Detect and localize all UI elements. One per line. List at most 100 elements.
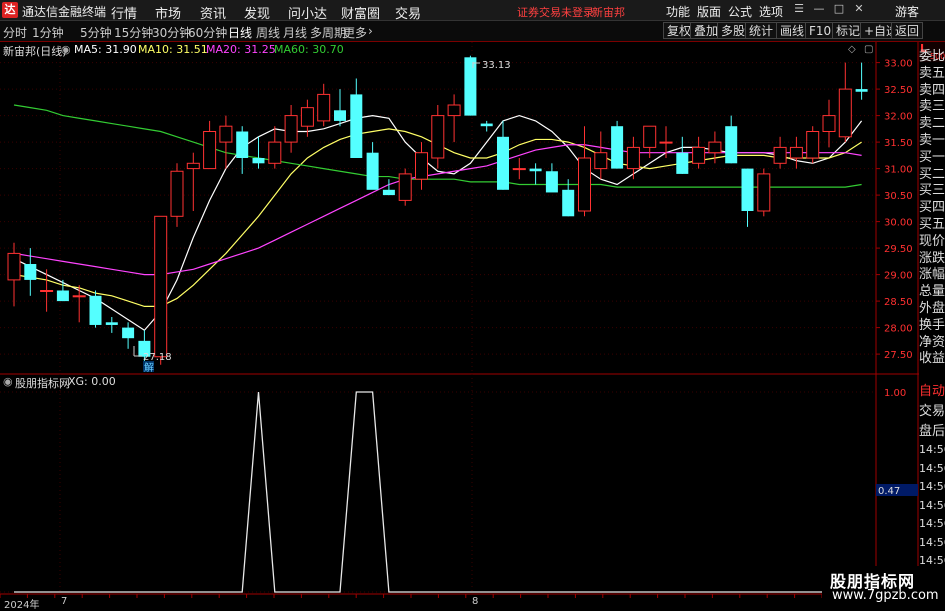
menu-market[interactable]: 市场: [155, 3, 181, 22]
period-daily[interactable]: 日线: [228, 24, 252, 41]
candle-body[interactable]: [186, 162, 200, 170]
candle-body[interactable]: [676, 152, 689, 174]
candle-body[interactable]: [464, 57, 477, 116]
menu-discover[interactable]: 发现: [244, 3, 270, 22]
candle-body[interactable]: [415, 152, 428, 180]
panel-trade[interactable]: 交易: [919, 402, 945, 423]
candle-body[interactable]: [789, 146, 803, 159]
candle-body[interactable]: [741, 168, 754, 211]
candle-body[interactable]: [757, 173, 771, 212]
candle-body[interactable]: [203, 131, 217, 170]
panel-after-hours[interactable]: 盘后: [919, 422, 945, 443]
candle-body[interactable]: [611, 126, 624, 169]
candle-body[interactable]: [773, 146, 787, 164]
period-weekly[interactable]: 周线: [256, 24, 280, 41]
period-5min[interactable]: 5分钟: [80, 24, 112, 41]
menu-icon[interactable]: ☰: [792, 2, 806, 16]
candle-body[interactable]: [578, 157, 591, 212]
xg-indicator-line[interactable]: [14, 391, 876, 593]
legend-settings-icon[interactable]: ◉: [61, 43, 71, 56]
menu-ask[interactable]: 问小达: [288, 3, 327, 22]
candle-body[interactable]: [105, 322, 118, 325]
candle-body[interactable]: [855, 89, 868, 92]
candle-body[interactable]: [268, 141, 282, 164]
indicator-title[interactable]: 股朋指标网: [15, 375, 70, 391]
menu-layout[interactable]: 版面: [697, 3, 721, 20]
close-icon[interactable]: ✕: [852, 2, 866, 16]
indicator-settings-icon[interactable]: ◉: [3, 375, 13, 388]
f10-button[interactable]: F10: [805, 22, 836, 39]
menu-options[interactable]: 选项: [759, 3, 783, 20]
candle-body[interactable]: [725, 126, 738, 164]
menu-formula[interactable]: 公式: [728, 3, 752, 20]
kline-chart[interactable]: 1.000.00 33.0032.5032.0031.5031.0030.503…: [0, 42, 945, 609]
menu-quotes[interactable]: 行情: [111, 3, 137, 22]
back-button[interactable]: 返回: [891, 22, 924, 39]
period-30min[interactable]: 30分钟: [152, 24, 191, 41]
statistics-button[interactable]: 统计: [745, 22, 778, 39]
candle-body[interactable]: [594, 152, 608, 170]
candle-body[interactable]: [626, 146, 640, 170]
candle-body[interactable]: [334, 110, 346, 121]
stock-title[interactable]: 新宙邦(日线): [3, 43, 67, 59]
menu-function[interactable]: 功能: [666, 3, 690, 20]
candle-body[interactable]: [382, 189, 395, 196]
diamond-icon[interactable]: ◇: [848, 44, 856, 55]
period-intraday[interactable]: 分时: [3, 24, 27, 41]
minimize-icon[interactable]: —: [812, 2, 826, 16]
candle-body[interactable]: [7, 252, 21, 281]
candle-body[interactable]: [72, 295, 86, 298]
candle-body[interactable]: [529, 168, 542, 172]
candle-body[interactable]: [512, 168, 526, 171]
candle-body[interactable]: [24, 264, 37, 280]
candle-body[interactable]: [838, 88, 852, 138]
candle-body[interactable]: [252, 158, 265, 164]
candle-body[interactable]: [480, 123, 493, 127]
candle-body[interactable]: [806, 131, 820, 159]
collapse-icon[interactable]: ▢: [864, 44, 873, 55]
candle-body[interactable]: [447, 104, 461, 117]
candle-body[interactable]: [692, 146, 706, 164]
menu-news[interactable]: 资讯: [200, 3, 226, 22]
candle-body[interactable]: [350, 94, 363, 158]
candle-body[interactable]: [822, 115, 836, 132]
candle-body[interactable]: [154, 215, 168, 358]
period-multi[interactable]: 多周期: [310, 24, 346, 41]
candle-body[interactable]: [89, 295, 102, 325]
draw-line-button[interactable]: 画线: [776, 22, 809, 39]
period-more[interactable]: 更多: [343, 24, 367, 41]
candle-body[interactable]: [366, 152, 379, 190]
period-monthly[interactable]: 月线: [283, 24, 307, 41]
candle-body[interactable]: [317, 93, 331, 122]
candle-body[interactable]: [497, 136, 509, 190]
panel-item[interactable]: 收益: [919, 349, 945, 370]
candle-body[interactable]: [300, 107, 314, 127]
candle-body[interactable]: [236, 131, 249, 159]
menu-trade[interactable]: 交易: [395, 3, 421, 22]
candle-body[interactable]: [545, 171, 558, 193]
legend-ma5: MA5: 31.90: [74, 43, 137, 56]
candle-body[interactable]: [219, 125, 233, 143]
jie-badge-label[interactable]: 解: [144, 361, 154, 374]
candle-body[interactable]: [708, 141, 722, 154]
candle-body[interactable]: [431, 115, 445, 159]
guest-user[interactable]: 游客: [895, 3, 919, 20]
candle-body[interactable]: [659, 141, 673, 144]
login-warning[interactable]: 证券交易未登录: [517, 4, 594, 20]
candle-body[interactable]: [284, 115, 298, 143]
candle-body[interactable]: [398, 173, 412, 201]
menu-wealth[interactable]: 财富圈: [341, 3, 380, 22]
candle-body[interactable]: [170, 170, 184, 217]
maximize-icon[interactable]: □: [832, 2, 846, 16]
candle-body[interactable]: [40, 290, 54, 292]
candle-body[interactable]: [56, 290, 69, 302]
price-tick-label: 27.50: [884, 350, 913, 361]
candle-body[interactable]: [643, 125, 657, 148]
period-60min[interactable]: 60分钟: [188, 24, 227, 41]
candle-body[interactable]: [122, 327, 135, 339]
period-15min[interactable]: 15分钟: [114, 24, 153, 41]
candle-body[interactable]: [562, 189, 575, 217]
panel-auto[interactable]: 自动: [919, 382, 945, 403]
period-1min[interactable]: 1分钟: [32, 24, 64, 41]
more-chevron-icon[interactable]: ›: [368, 24, 373, 38]
